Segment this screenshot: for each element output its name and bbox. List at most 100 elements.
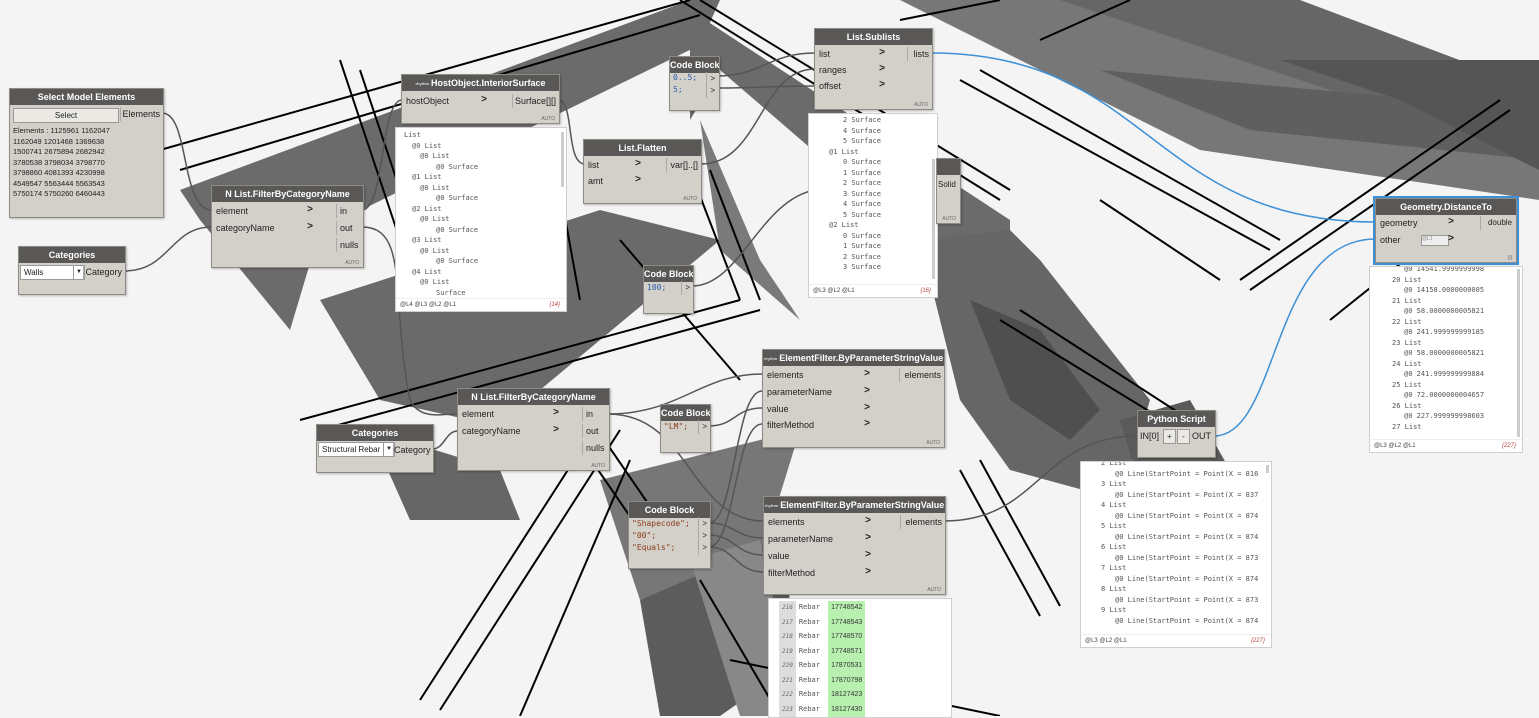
parametername-input-port[interactable]: parameterName — [764, 532, 868, 546]
rebar-preview[interactable]: 216 Rebar 17748542 217 Rebar 17748543 218 Reb… — [768, 598, 952, 718]
list-item[interactable]: 223 Rebar 18127430 — [779, 702, 941, 717]
out-output-port[interactable]: out — [582, 424, 614, 438]
list-item[interactable]: 222 Rebar 18127423 — [779, 687, 941, 703]
element-id-link[interactable]: 18127430 — [828, 702, 866, 717]
nulls-output-port[interactable]: nulls — [336, 238, 368, 252]
category-output-port[interactable]: Category — [393, 443, 434, 457]
scrollbar[interactable] — [561, 132, 564, 187]
sublists-preview[interactable]: 2 Surface 4 Surface 5 Surface @1 List 0 Surf… — [808, 113, 938, 298]
amt-input-port[interactable]: amt — [584, 174, 643, 188]
output-port-2[interactable]: > — [706, 84, 719, 98]
filter-by-category-node-2[interactable]: N List.FilterByCategoryName element > ca… — [457, 388, 610, 471]
other-input-port[interactable]: other — [1376, 233, 1420, 247]
select-button[interactable]: Select — [13, 108, 119, 123]
lists-output-port[interactable]: lists — [907, 47, 933, 61]
list-item[interactable]: 217 Rebar 17748543 — [779, 615, 941, 630]
out-output-port[interactable]: OUT — [1192, 429, 1212, 443]
elements-input-port[interactable]: elements — [763, 368, 867, 382]
list-item[interactable]: 220 Rebar 17870531 — [779, 658, 941, 674]
lacing-label[interactable]: AUTO — [926, 440, 940, 446]
categoryname-input-port[interactable]: categoryName — [458, 424, 562, 438]
solid-output-port[interactable]: Solid — [938, 178, 959, 192]
element-id-link[interactable]: 17870531 — [828, 659, 866, 674]
elements-output-port[interactable]: elements — [900, 515, 946, 529]
output-port[interactable]: > — [681, 281, 694, 295]
element-input-port[interactable]: element — [212, 204, 316, 218]
element-id-link[interactable]: 18127423 — [828, 688, 866, 703]
lacing-label[interactable]: AUTO — [591, 463, 605, 469]
list-item[interactable]: 216 Rebar 17748542 — [779, 600, 941, 616]
element-id-link[interactable]: 17748543 — [828, 615, 866, 630]
element-id-link[interactable]: 17748542 — [828, 601, 866, 616]
categories-node-walls[interactable]: Categories Walls ▼ Category — [18, 246, 126, 295]
element-id-link[interactable]: 17870798 — [828, 673, 866, 688]
categories-node-rebar[interactable]: Categories Structural Rebar ▼ Category — [316, 424, 434, 473]
code-line-1[interactable]: "LM"; — [664, 422, 688, 431]
interior-surface-preview[interactable]: List @0 List @0 List @0 Surface @1 List @0 Li… — [395, 127, 567, 312]
categoryname-input-port[interactable]: categoryName — [212, 221, 316, 235]
code-line-1[interactable]: 100; — [647, 283, 666, 292]
out-output-port[interactable]: out — [336, 221, 368, 235]
element-id-link[interactable]: 17748571 — [828, 644, 866, 659]
parametername-input-port[interactable]: parameterName — [763, 385, 867, 399]
element-filter-node-2[interactable]: rhythm ElementFilter.ByParameterStringVal… — [763, 496, 946, 595]
list-flatten-node[interactable]: List.Flatten list > amt > var[]..[] AUTO — [583, 139, 702, 204]
var-output-port[interactable]: var[]..[] — [666, 158, 702, 172]
code-block-node-4[interactable]: Code Block "Shapecode"; "00"; "Equals"; … — [628, 501, 711, 569]
filtermethod-input-port[interactable]: filterMethod — [763, 418, 867, 432]
python-script-node[interactable]: Python Script IN[0] + - OUT — [1137, 410, 1216, 458]
category-dropdown[interactable]: Structural Rebar ▼ — [318, 442, 395, 457]
interior-surface-node[interactable]: rhythm HostObject.InteriorSurface hostObj… — [401, 74, 560, 124]
code-line-2[interactable]: 5; — [673, 85, 683, 94]
offset-input-port[interactable]: offset — [815, 79, 887, 93]
geometry-distanceto-node[interactable]: Geometry.DistanceTo geometry > other @L1… — [1373, 196, 1519, 265]
level-selector[interactable]: @L1 — [1421, 235, 1449, 246]
surface-output-port[interactable]: Surface[][] — [512, 94, 560, 108]
code-line-1[interactable]: 0..5; — [673, 73, 697, 82]
hidden-solid-node[interactable]: Solid AUTO — [936, 158, 961, 224]
value-input-port[interactable]: value — [764, 549, 868, 563]
in0-input-port[interactable]: IN[0] — [1140, 429, 1162, 443]
list-item[interactable]: 219 Rebar 17748571 — [779, 644, 941, 659]
hostobject-input-port[interactable]: hostObject — [402, 94, 486, 108]
value-input-port[interactable]: value — [763, 402, 867, 416]
lacing-label[interactable]: AUTO — [914, 102, 928, 108]
nulls-output-port[interactable]: nulls — [582, 441, 614, 455]
geometry-input-port[interactable]: geometry — [1376, 216, 1452, 230]
in-output-port[interactable]: in — [582, 407, 614, 421]
lacing-label[interactable]: AUTO — [927, 587, 941, 593]
lacing-label[interactable]: ||| — [1508, 255, 1512, 261]
code-line-2[interactable]: "00"; — [632, 531, 656, 540]
filter-by-category-node-1[interactable]: N List.FilterByCategoryName element > ca… — [211, 185, 364, 268]
elements-input-port[interactable]: elements — [764, 515, 868, 529]
scrollbar[interactable] — [932, 159, 935, 279]
element-id-link[interactable]: 17748570 — [828, 630, 866, 645]
scrollbar[interactable] — [1517, 269, 1520, 437]
list-input-port[interactable]: list — [815, 47, 887, 61]
list-item[interactable]: 221 Rebar 17870798 — [779, 673, 941, 688]
elements-output-port[interactable]: Elements — [120, 107, 164, 121]
code-block-node-3[interactable]: Code Block "LM"; > — [660, 404, 711, 453]
code-line-3[interactable]: "Equals"; — [632, 543, 675, 552]
in-output-port[interactable]: in — [336, 204, 368, 218]
remove-input-button[interactable]: - — [1177, 429, 1190, 444]
lacing-label[interactable]: AUTO — [345, 260, 359, 266]
add-input-button[interactable]: + — [1163, 429, 1176, 444]
category-output-port[interactable]: Category — [83, 265, 126, 279]
list-item[interactable]: 218 Rebar 17748570 — [779, 629, 941, 645]
output-port-3[interactable]: > — [698, 541, 711, 555]
lacing-label[interactable]: AUTO — [541, 116, 555, 122]
element-input-port[interactable]: element — [458, 407, 562, 421]
lacing-label[interactable]: AUTO — [683, 196, 697, 202]
elements-output-port[interactable]: elements — [899, 368, 945, 382]
list-sublists-node[interactable]: List.Sublists list > ranges > offset > l… — [814, 28, 933, 110]
filtermethod-input-port[interactable]: filterMethod — [764, 566, 868, 580]
double-output-port[interactable]: double — [1480, 216, 1516, 230]
select-model-elements-node[interactable]: Select Model Elements Select Elements El… — [9, 88, 164, 218]
lacing-label[interactable]: AUTO — [942, 216, 956, 222]
code-block-node-2[interactable]: Code Block 100; > — [643, 265, 694, 314]
scrollbar[interactable] — [1266, 465, 1269, 473]
element-filter-node-1[interactable]: rhythm ElementFilter.ByParameterStringVal… — [762, 349, 945, 448]
code-line-1[interactable]: "Shapecode"; — [632, 519, 690, 528]
distance-preview[interactable]: @0 14541.9999999998 20 List @0 14158.00000… — [1369, 266, 1523, 453]
